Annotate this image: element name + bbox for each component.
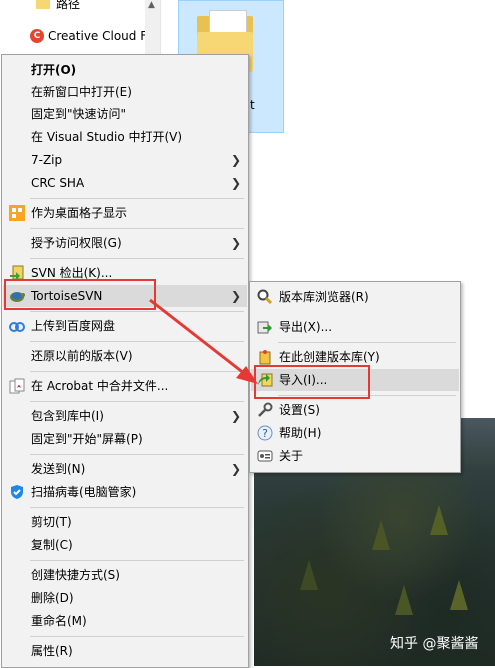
- annotation-arrow: [149, 298, 258, 384]
